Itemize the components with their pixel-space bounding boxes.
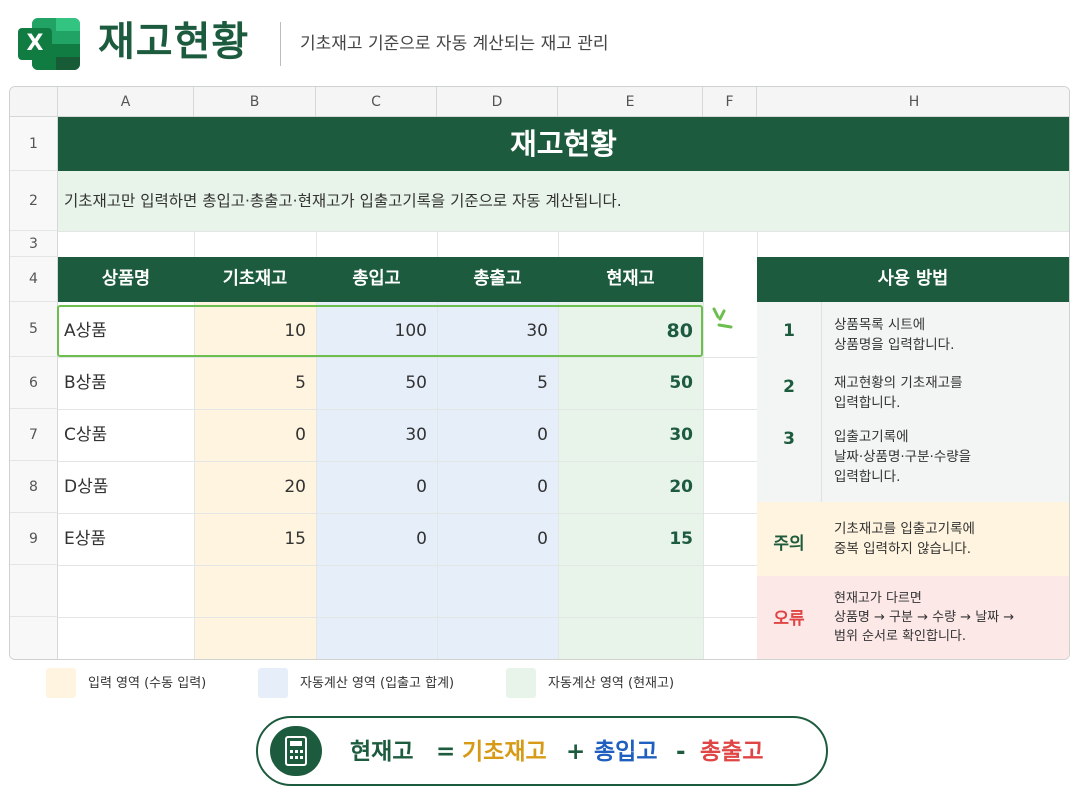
step-text-line: 상품명을 입력합니다. [834, 337, 955, 353]
column-header-a[interactable]: A [58, 87, 194, 117]
step-number: 3 [783, 429, 795, 449]
error-label: 오류 [773, 609, 805, 629]
cell-product-name[interactable]: E상품 [58, 513, 194, 565]
sheet-banner-title[interactable]: 재고현황 [58, 117, 1069, 171]
formula-result: 현재고 [350, 739, 414, 765]
column-header-row: A B C D E F H [10, 87, 1069, 117]
cell-base-stock[interactable]: 20 [194, 461, 316, 513]
cell-current-stock[interactable]: 30 [558, 409, 703, 461]
step-text: 상품목록 시트에 상품명을 입력합니다. [834, 315, 1064, 355]
cell-product-name[interactable]: B상품 [58, 357, 194, 409]
cell-total-out[interactable]: 0 [437, 513, 558, 565]
step-number: 2 [783, 377, 795, 397]
error-text-line: 범위 순서로 확인합니다. [834, 629, 966, 644]
select-all-corner[interactable] [10, 87, 58, 117]
cell-total-in[interactable]: 0 [316, 461, 437, 513]
step-text-line: 상품목록 시트에 [834, 317, 926, 333]
cell-total-in[interactable]: 50 [316, 357, 437, 409]
row-header-5[interactable]: 5 [10, 302, 58, 357]
step-text: 재고현황의 기초재고를 입력합니다. [834, 373, 1064, 413]
step-text-line: 날짜·상품명·구분·수량을 [834, 449, 972, 465]
row-header-4[interactable]: 4 [10, 257, 58, 302]
step-text-line: 입력합니다. [834, 395, 901, 411]
howto-divider [821, 302, 822, 502]
grid-line [58, 231, 1069, 232]
formula-equals: = [436, 739, 456, 765]
header-base-stock[interactable]: 기초재고 [194, 257, 316, 302]
legend-swatch-current [506, 668, 536, 698]
cell-product-name[interactable]: C상품 [58, 409, 194, 461]
row-header-3[interactable]: 3 [10, 231, 58, 257]
page-subtitle: 기초재고 기준으로 자동 계산되는 재고 관리 [300, 34, 609, 54]
column-header-c[interactable]: C [316, 87, 437, 117]
warning-text-line: 중복 입력하지 않습니다. [834, 541, 972, 557]
formula-term-in: 총입고 [594, 739, 658, 765]
cell-total-in[interactable]: 30 [316, 409, 437, 461]
cell-current-stock[interactable]: 50 [558, 357, 703, 409]
step-text-line: 재고현황의 기초재고를 [834, 375, 963, 391]
step-text-line: 입출고기록에 [834, 429, 909, 445]
cell-product-name[interactable]: D상품 [58, 461, 194, 513]
sparkle-icon [712, 307, 733, 329]
title-divider [280, 22, 281, 66]
grid-line [58, 617, 757, 618]
step-text-line: 입력합니다. [834, 469, 901, 485]
warning-text: 기초재고를 입출고기록에 중복 입력하지 않습니다. [834, 519, 1064, 559]
cell-total-out[interactable]: 0 [437, 461, 558, 513]
grid-line [58, 565, 757, 566]
cell-base-stock[interactable]: 5 [194, 357, 316, 409]
cell-total-out[interactable]: 0 [437, 409, 558, 461]
cell-total-out[interactable]: 5 [437, 357, 558, 409]
error-text-line: 현재고가 다르면 [834, 591, 922, 606]
row-header-8[interactable]: 8 [10, 461, 58, 513]
selected-row-highlight [57, 305, 703, 357]
cell-current-stock[interactable]: 15 [558, 513, 703, 565]
formula-box: 현재고 = 기초재고 + 총입고 - 총출고 [256, 716, 828, 786]
header-current-stock[interactable]: 현재고 [558, 257, 703, 302]
column-header-f[interactable]: F [703, 87, 757, 117]
warning-label: 주의 [773, 534, 805, 554]
cell-base-stock[interactable]: 15 [194, 513, 316, 565]
row-header-7[interactable]: 7 [10, 409, 58, 461]
formula-minus: - [676, 739, 686, 765]
sheet-info-text[interactable]: 기초재고만 입력하면 총입고·총출고·현재고가 입출고기록을 기준으로 자동 계… [58, 171, 1069, 231]
step-number: 1 [783, 321, 795, 341]
error-text-line: 상품명 → 구분 → 수량 → 날짜 → [834, 610, 1015, 625]
header-total-in[interactable]: 총입고 [316, 257, 437, 302]
excel-logo-icon: X [18, 18, 80, 70]
row-header-empty[interactable] [10, 617, 58, 659]
row-header-9[interactable]: 9 [10, 513, 58, 565]
header-product-name[interactable]: 상품명 [58, 257, 194, 302]
app-header: X 재고현황 기초재고 기준으로 자동 계산되는 재고 관리 [0, 0, 1080, 86]
formula-term-base: 기초재고 [462, 739, 547, 765]
row-header-empty[interactable] [10, 565, 58, 617]
column-header-h[interactable]: H [757, 87, 1069, 117]
legend-label-input: 입력 영역 (수동 입력) [88, 676, 207, 691]
formula-term-out: 총출고 [700, 739, 764, 765]
row-header-1[interactable]: 1 [10, 117, 58, 171]
legend-swatch-input [46, 668, 76, 698]
legend-swatch-in-out [258, 668, 288, 698]
legend-label-current: 자동계산 영역 (현재고) [548, 676, 675, 691]
column-header-d[interactable]: D [437, 87, 558, 117]
header-total-out[interactable]: 총출고 [437, 257, 558, 302]
legend-label-in-out: 자동계산 영역 (입출고 합계) [300, 676, 455, 691]
cell-current-stock[interactable]: 20 [558, 461, 703, 513]
row-header-2[interactable]: 2 [10, 171, 58, 231]
column-header-e[interactable]: E [558, 87, 703, 117]
warning-text-line: 기초재고를 입출고기록에 [834, 521, 975, 537]
column-header-b[interactable]: B [194, 87, 316, 117]
cell-total-in[interactable]: 0 [316, 513, 437, 565]
row-header-6[interactable]: 6 [10, 357, 58, 409]
cell-base-stock[interactable]: 0 [194, 409, 316, 461]
howto-title[interactable]: 사용 방법 [757, 257, 1069, 302]
calculator-icon [270, 726, 322, 776]
step-text: 입출고기록에 날짜·상품명·구분·수량을 입력합니다. [834, 427, 1064, 487]
spreadsheet[interactable]: A B C D E F H 1 2 3 4 5 6 7 8 9 재고현황 기초재… [9, 86, 1070, 660]
formula-plus: + [566, 739, 586, 765]
page-title: 재고현황 [98, 19, 250, 65]
error-text: 현재고가 다르면 상품명 → 구분 → 수량 → 날짜 → 범위 순서로 확인합… [834, 589, 1064, 646]
excel-logo-letter: X [18, 28, 52, 60]
